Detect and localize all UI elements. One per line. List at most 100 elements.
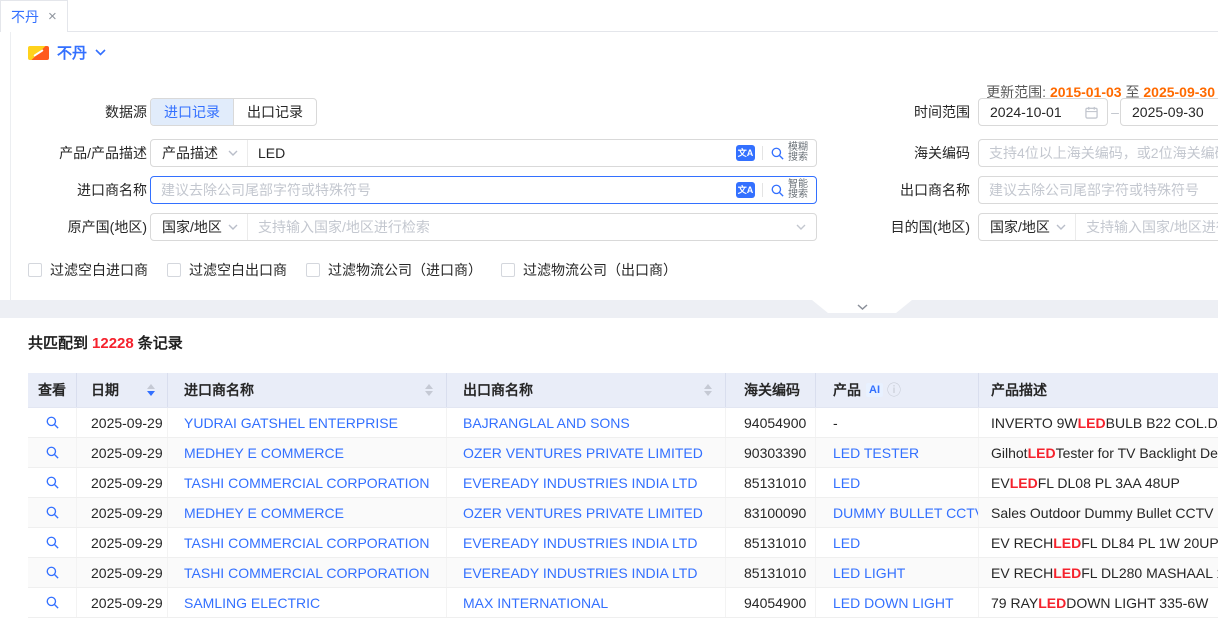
exporter-link[interactable]: MAX INTERNATIONAL bbox=[463, 595, 608, 611]
origin-type-select[interactable]: 国家/地区 bbox=[151, 214, 248, 240]
form-row-4: 原产国(地区) 国家/地区 目的国(地区) 国家/地区 bbox=[0, 213, 1218, 241]
exporter-link[interactable]: EVEREADY INDUSTRIES INDIA LTD bbox=[463, 475, 697, 491]
importer-link[interactable]: YUDRAI GATSHEL ENTERPRISE bbox=[184, 415, 398, 431]
date-end-input[interactable]: 2025-09-30 bbox=[1120, 98, 1218, 126]
exporter-name-input[interactable] bbox=[978, 176, 1218, 204]
sort-carets[interactable] bbox=[704, 384, 712, 396]
exporter-link[interactable]: OZER VENTURES PRIVATE LIMITED bbox=[463, 445, 703, 461]
tab-bhutan[interactable]: 不丹 × bbox=[0, 0, 68, 32]
search-icon[interactable] bbox=[45, 535, 60, 550]
table-row: 2025-09-29 TASHI COMMERCIAL CORPORATION … bbox=[28, 468, 1218, 498]
hs-code-input[interactable] bbox=[978, 139, 1218, 167]
importer-link[interactable]: MEDHEY E COMMERCE bbox=[184, 505, 344, 521]
view-cell[interactable] bbox=[28, 588, 77, 617]
calendar-icon[interactable] bbox=[1085, 106, 1098, 119]
info-icon[interactable]: ⓘ bbox=[887, 380, 901, 400]
product-link[interactable]: LED DOWN LIGHT bbox=[833, 595, 954, 611]
product-type-select[interactable]: 产品描述 bbox=[151, 140, 248, 166]
description-cell: INVERTO 9W LED BULB B22 COL.DA ... bbox=[979, 408, 1218, 437]
date-cell: 2025-09-29 bbox=[77, 438, 168, 467]
translate-icon[interactable]: 文A bbox=[736, 145, 755, 161]
checkbox-filter-logistics-exporter[interactable]: 过滤物流公司（出口商） bbox=[501, 260, 677, 280]
importer-label: 进口商名称 bbox=[0, 176, 147, 204]
desc-pre: EV RECH bbox=[991, 565, 1053, 581]
importer-link[interactable]: TASHI COMMERCIAL CORPORATION bbox=[184, 535, 430, 551]
checkbox-icon[interactable] bbox=[28, 263, 42, 277]
product-keyword-input[interactable] bbox=[248, 140, 736, 166]
product-link[interactable]: LED bbox=[833, 535, 860, 551]
search-icon[interactable] bbox=[45, 505, 60, 520]
checkbox-icon[interactable] bbox=[167, 263, 181, 277]
importer-link[interactable]: MEDHEY E COMMERCE bbox=[184, 445, 344, 461]
collapse-filters-handle[interactable] bbox=[812, 300, 912, 313]
count-number: 12228 bbox=[88, 335, 138, 352]
chevron-down-icon[interactable] bbox=[796, 224, 806, 230]
importer-link[interactable]: TASHI COMMERCIAL CORPORATION bbox=[184, 565, 430, 581]
view-cell[interactable] bbox=[28, 558, 77, 587]
exporter-link[interactable]: BAJRANGLAL AND SONS bbox=[463, 415, 630, 431]
checkbox-filter-blank-importer[interactable]: 过滤空白进口商 bbox=[28, 260, 148, 280]
view-cell[interactable] bbox=[28, 468, 77, 497]
sort-carets[interactable] bbox=[425, 384, 433, 396]
results-count: 共匹配到12228条记录 bbox=[28, 332, 183, 353]
date-range-separator: – bbox=[1110, 98, 1120, 126]
view-cell[interactable] bbox=[28, 498, 77, 527]
toggle-export-records[interactable]: 出口记录 bbox=[233, 99, 316, 125]
exporter-link[interactable]: OZER VENTURES PRIVATE LIMITED bbox=[463, 505, 703, 521]
desc-pre: Gilhot bbox=[991, 445, 1028, 461]
table-row: 2025-09-29 TASHI COMMERCIAL CORPORATION … bbox=[28, 558, 1218, 588]
date-cell: 2025-09-29 bbox=[77, 408, 168, 437]
trade-data-app: 不丹 × 不丹 更新范围: 2015-01-03 至 2025-09-30 数据… bbox=[0, 0, 1218, 618]
view-cell[interactable] bbox=[28, 408, 77, 437]
checkbox-icon[interactable] bbox=[306, 263, 320, 277]
origin-country-input[interactable] bbox=[248, 214, 796, 240]
sort-carets[interactable] bbox=[147, 384, 155, 396]
ai-badge: AI bbox=[866, 383, 883, 397]
search-icon[interactable] bbox=[45, 595, 60, 610]
checkbox-filter-blank-exporter[interactable]: 过滤空白出口商 bbox=[167, 260, 287, 280]
hs-code-cell: 85131010 bbox=[726, 528, 816, 557]
header-description: 产品描述 bbox=[979, 373, 1218, 407]
header-importer[interactable]: 进口商名称 bbox=[168, 373, 447, 407]
view-cell[interactable] bbox=[28, 528, 77, 557]
checkbox-label: 过滤空白出口商 bbox=[189, 260, 287, 280]
translate-icon[interactable]: 文A bbox=[736, 182, 755, 198]
smart-search-button[interactable]: 智能 搜索 bbox=[770, 180, 808, 200]
origin-label: 原产国(地区) bbox=[0, 213, 147, 241]
description-cell: 79 RAY LED DOWN LIGHT 335-6W bbox=[979, 588, 1218, 617]
destination-country-input[interactable] bbox=[1076, 214, 1218, 240]
importer-link[interactable]: TASHI COMMERCIAL CORPORATION bbox=[184, 475, 430, 491]
description-cell: Gilhot LED Tester for TV Backlight De... bbox=[979, 438, 1218, 467]
desc-post: FL DL280 MASHAAL 10... bbox=[1081, 565, 1218, 581]
exporter-link[interactable]: EVEREADY INDUSTRIES INDIA LTD bbox=[463, 565, 697, 581]
checkbox-filter-logistics-importer[interactable]: 过滤物流公司（进口商） bbox=[306, 260, 482, 280]
header-date[interactable]: 日期 bbox=[77, 373, 168, 407]
search-icon[interactable] bbox=[45, 445, 60, 460]
header-exporter[interactable]: 出口商名称 bbox=[447, 373, 726, 407]
records-table: 查看 日期 进口商名称 出口商名称 海关编码 产品 AI ⓘ bbox=[28, 373, 1218, 618]
destination-type-select[interactable]: 国家/地区 bbox=[979, 214, 1076, 240]
product-link[interactable]: LED bbox=[833, 475, 860, 491]
importer-search-group: 文A 智能 搜索 bbox=[150, 176, 817, 204]
search-icon[interactable] bbox=[45, 475, 60, 490]
product-link[interactable]: LED TESTER bbox=[833, 445, 919, 461]
checkbox-icon[interactable] bbox=[501, 263, 515, 277]
product-search-group: 产品描述 文A 模糊 搜索 bbox=[150, 139, 817, 167]
fuzzy-search-button[interactable]: 模糊 搜索 bbox=[770, 143, 808, 163]
desc-highlight: LED bbox=[1053, 565, 1081, 581]
product-link[interactable]: DUMMY BULLET CCTV... bbox=[833, 505, 978, 521]
toggle-import-records[interactable]: 进口记录 bbox=[151, 99, 233, 125]
exporter-link[interactable]: EVEREADY INDUSTRIES INDIA LTD bbox=[463, 535, 697, 551]
close-icon[interactable]: × bbox=[48, 9, 57, 24]
search-icon[interactable] bbox=[45, 415, 60, 430]
importer-name-input[interactable] bbox=[151, 177, 736, 203]
date-start-input[interactable]: 2024-10-01 bbox=[978, 98, 1108, 126]
product-link[interactable]: LED LIGHT bbox=[833, 565, 905, 581]
importer-link[interactable]: SAMLING ELECTRIC bbox=[184, 595, 320, 611]
search-icon[interactable] bbox=[45, 565, 60, 580]
country-selector[interactable]: 不丹 bbox=[28, 42, 106, 63]
count-suffix: 条记录 bbox=[138, 335, 183, 352]
view-cell[interactable] bbox=[28, 438, 77, 467]
tab-title: 不丹 bbox=[11, 7, 39, 27]
hs-code-cell: 94054900 bbox=[726, 408, 816, 437]
